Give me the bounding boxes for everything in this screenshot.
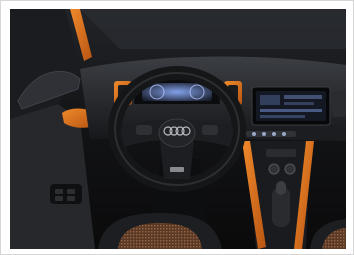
car-interior-illustration: [10, 9, 346, 249]
virtual-cockpit-screen: [142, 83, 212, 101]
left-wheel-buttons: [136, 125, 152, 135]
right-wheel-buttons: [202, 125, 218, 135]
window-switch-panel: [50, 184, 82, 204]
car-interior-photo: [10, 9, 346, 249]
photo-frame: [0, 0, 354, 255]
